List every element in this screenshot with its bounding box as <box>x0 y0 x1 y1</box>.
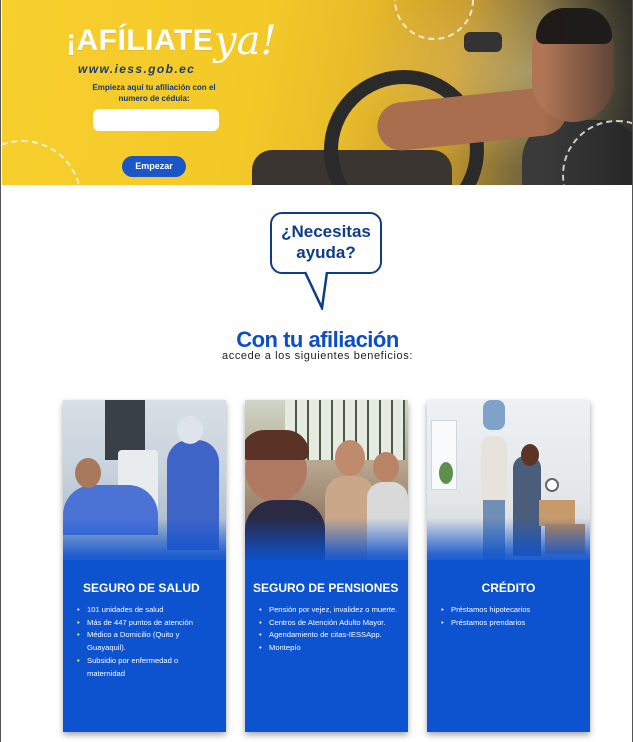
list-item: Préstamos hipotecarios <box>441 604 581 617</box>
man-face-image <box>373 452 399 482</box>
card-title: SEGURO DE PENSIONES <box>253 581 399 595</box>
list-item: Centros de Atención Adulto Mayor. <box>259 617 399 630</box>
logo-script: ya! <box>214 18 277 64</box>
card-fade <box>427 518 590 570</box>
list-item: Médico a Domicilio (Quito y Guayaquil). <box>77 629 217 654</box>
help-bubble-text: ¿Necesitas ayuda? <box>281 222 371 262</box>
card-title: CRÉDITO <box>481 581 536 595</box>
list-item: Subsidio por enfermedad o maternidad <box>77 655 217 680</box>
hero-banner: ¡AFÍLIATE ya! www.iess.gob.ec Empieza aq… <box>2 0 632 185</box>
card-title: SEGURO DE SALUD <box>83 581 200 595</box>
card-list: 101 unidades de salud Más de 447 puntos … <box>77 604 217 680</box>
card-seguro-pensiones[interactable]: SEGURO DE PENSIONES Pensión por vejez, i… <box>245 400 408 732</box>
speech-bubble-tail-icon <box>303 270 329 310</box>
mother-hair-image <box>521 444 539 466</box>
page-frame: ¡AFÍLIATE ya! www.iess.gob.ec Empieza aq… <box>0 0 633 742</box>
patient-face-image <box>75 458 101 488</box>
elder-face-image <box>335 440 365 476</box>
cedula-input[interactable] <box>93 109 219 131</box>
list-item: 101 unidades de salud <box>77 604 217 617</box>
logo-headline: ¡AFÍLIATE <box>66 24 214 57</box>
woman-hair-image <box>245 430 309 460</box>
child-image <box>483 400 505 430</box>
card-list: Préstamos hipotecarios Préstamos prendar… <box>441 604 581 629</box>
list-item: Préstamos prendarios <box>441 617 581 630</box>
empezar-button[interactable]: Empezar <box>122 156 186 177</box>
list-item: Más de 447 puntos de atención <box>77 617 217 630</box>
rearview-mirror-image <box>464 32 502 52</box>
plant-image <box>439 462 453 484</box>
afiliate-logo: ¡AFÍLIATE ya! <box>66 18 277 64</box>
decorative-dashed-circle <box>2 140 82 185</box>
clock-image <box>545 478 559 492</box>
cedula-prompt: Empieza aquí tu afiliación con el numero… <box>92 83 216 103</box>
card-credito[interactable]: CRÉDITO Préstamos hipotecarios Préstamos… <box>427 400 590 732</box>
card-seguro-salud[interactable]: SEGURO DE SALUD 101 unidades de salud Má… <box>63 400 226 732</box>
card-fade <box>63 518 226 570</box>
nurse-cap-image <box>177 416 203 444</box>
list-item: Montepío <box>259 642 399 655</box>
list-item: Agendamiento de citas-IESSApp. <box>259 629 399 642</box>
benefits-subtitle: accede a los siguientes beneficios: <box>222 350 413 362</box>
card-fade <box>245 518 408 570</box>
list-item: Pensión por vejez, invalidez o muerte. <box>259 604 399 617</box>
help-bubble[interactable]: ¿Necesitas ayuda? <box>270 212 382 274</box>
card-list: Pensión por vejez, invalidez o muerte. C… <box>259 604 399 655</box>
site-url: www.iess.gob.ec <box>78 62 196 76</box>
